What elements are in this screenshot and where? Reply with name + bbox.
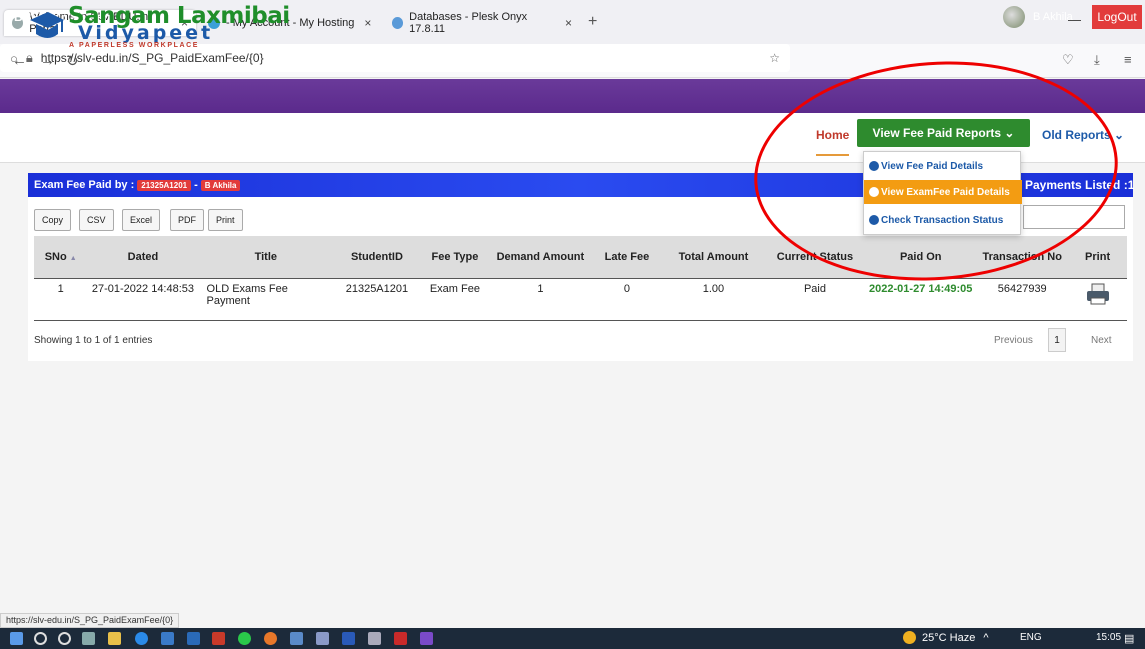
weather-text: 25°C Haze: [922, 631, 976, 644]
col-print[interactable]: Print: [1068, 236, 1127, 279]
back-icon[interactable]: ←: [12, 52, 27, 69]
print-button[interactable]: Print: [208, 209, 243, 231]
previous-page-button[interactable]: Previous: [994, 335, 1033, 346]
status-url: https://slv-edu.in/S_PG_PaidExamFee/{0}: [0, 613, 180, 628]
clock[interactable]: 15:05: [1096, 632, 1121, 643]
edge-icon[interactable]: [135, 632, 148, 645]
notepad-icon[interactable]: [368, 632, 381, 645]
acrobat-icon[interactable]: [394, 632, 407, 645]
download-icon[interactable]: ⤓: [1094, 52, 1100, 68]
firefox-icon[interactable]: [264, 632, 277, 645]
cell-demand: 1: [489, 278, 592, 321]
col-fee-type[interactable]: Fee Type: [420, 236, 490, 279]
mail-icon[interactable]: [187, 632, 200, 645]
logo-tagline: A PAPERLESS WORKPLACE: [69, 42, 200, 49]
cell-sno: 1: [34, 278, 88, 321]
col-total-amount[interactable]: Total Amount: [662, 236, 765, 279]
tab-plesk[interactable]: Databases - Plesk Onyx 17.8.11 ×: [384, 10, 580, 36]
app-icon[interactable]: [316, 632, 329, 645]
file-explorer-icon[interactable]: [108, 632, 121, 645]
csv-button[interactable]: CSV: [79, 209, 114, 231]
cell-late-fee: 0: [591, 278, 663, 321]
cell-print[interactable]: [1068, 278, 1127, 321]
excel-button[interactable]: Excel: [122, 209, 161, 231]
tab-title: Databases - Plesk Onyx 17.8.11: [409, 11, 528, 35]
avatar[interactable]: [1003, 6, 1025, 28]
entries-summary: Showing 1 to 1 of 1 entries: [34, 335, 153, 346]
visual-studio-icon[interactable]: [420, 632, 433, 645]
col-studentid[interactable]: StudentID: [333, 236, 421, 279]
cell-transaction-no: 56427939: [976, 278, 1069, 321]
pocket-icon[interactable]: ♡: [1062, 52, 1074, 68]
graduation-cap-icon: [30, 12, 64, 38]
windows-start-icon[interactable]: [10, 632, 23, 645]
store-icon[interactable]: [161, 632, 174, 645]
reload-icon[interactable]: ↻: [66, 52, 79, 70]
copy-button[interactable]: Copy: [34, 209, 72, 231]
logout-button[interactable]: LogOut: [1092, 5, 1142, 29]
table-row: 1 27-01-2022 14:48:53 OLD Exams Fee Paym…: [34, 278, 1127, 321]
col-sno[interactable]: SNo ▲: [34, 236, 88, 279]
printer-icon[interactable]: [1086, 283, 1110, 305]
col-title[interactable]: Title: [198, 236, 334, 279]
col-demand-amount[interactable]: Demand Amount: [489, 236, 592, 279]
language-indicator[interactable]: ENG: [1020, 632, 1042, 643]
weather-icon: [903, 631, 916, 644]
app-icon[interactable]: [290, 632, 303, 645]
bookmark-star-icon[interactable]: ☆: [769, 51, 780, 65]
cell-fee-type: Exam Fee: [420, 278, 490, 321]
cell-total: 1.00: [662, 278, 765, 321]
separator: -: [194, 179, 198, 191]
pdf-button[interactable]: PDF: [170, 209, 204, 231]
word-icon[interactable]: [342, 632, 355, 645]
task-view-icon[interactable]: [82, 632, 95, 645]
col-late-fee[interactable]: Late Fee: [591, 236, 663, 279]
close-tab-icon[interactable]: ×: [364, 16, 371, 30]
page-1-button[interactable]: 1: [1048, 328, 1066, 352]
cortana-icon[interactable]: [58, 632, 71, 645]
cell-dated: 27-01-2022 14:48:53: [87, 278, 199, 321]
cell-title: OLD Exams Fee Payment: [198, 278, 334, 321]
tray-up-icon[interactable]: ^: [983, 632, 988, 644]
filezilla-icon[interactable]: [212, 632, 225, 645]
search-icon[interactable]: [34, 632, 47, 645]
panel-title: Exam Fee Paid by :: [34, 179, 135, 191]
col-dated[interactable]: Dated: [87, 236, 199, 279]
whatsapp-icon[interactable]: [238, 632, 251, 645]
cell-status: Paid: [764, 278, 866, 321]
next-page-button[interactable]: Next: [1091, 335, 1112, 346]
close-tab-icon[interactable]: ×: [565, 16, 572, 30]
weather-widget[interactable]: 25°C Haze ^: [903, 631, 989, 644]
student-id-badge: 21325A1201: [137, 179, 192, 191]
cell-paid-on: 2022-01-27 14:49:05: [865, 278, 977, 321]
menu-icon[interactable]: ≡: [1124, 52, 1132, 67]
forward-icon[interactable]: →: [40, 52, 55, 69]
cell-studentid: 21325A1201: [333, 278, 421, 321]
new-tab-button[interactable]: +: [588, 13, 597, 31]
user-name: B Akhila: [1033, 11, 1073, 23]
student-name-badge: B Akhila: [200, 179, 241, 191]
plesk-icon: [392, 17, 404, 29]
notification-icon[interactable]: ▤: [1124, 632, 1134, 645]
logo-subtitle: Vidyapeet: [78, 22, 214, 44]
